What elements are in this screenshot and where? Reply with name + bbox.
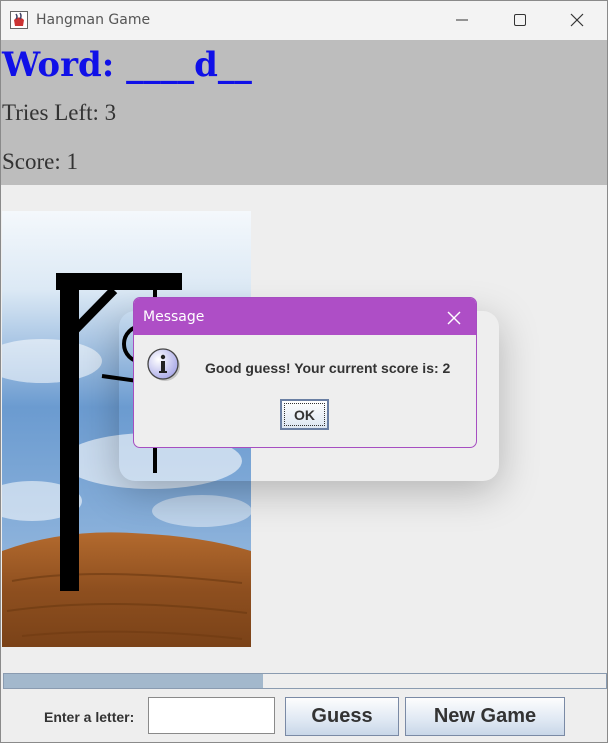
close-window-button[interactable] [549,1,607,40]
close-icon[interactable] [444,308,464,328]
dialog-message: Good guess! Your current score is: 2 [205,360,451,376]
ok-button[interactable]: OK [280,399,329,430]
maximize-icon [514,14,526,26]
progress-fill [4,674,263,688]
maximize-button[interactable] [492,1,550,40]
dialog-title: Message [143,309,205,325]
guess-button[interactable]: Guess [285,697,399,736]
java-cup-icon [10,11,28,29]
window-title: Hangman Game [36,12,151,28]
hangman-window: Hangman Game Word: ____d__ Tries Left: 3… [0,0,608,743]
minimize-icon [456,19,468,21]
minimize-button[interactable] [434,1,492,40]
word-label: Word: ____d__ [2,45,252,85]
tries-left-label: Tries Left: 3 [2,100,117,125]
close-icon [570,13,584,27]
title-bar[interactable]: Hangman Game [1,1,607,40]
progress-bar [3,673,607,689]
dialog-title-bar[interactable]: Message [134,298,476,335]
enter-letter-label: Enter a letter: [44,709,135,725]
letter-input[interactable] [148,697,275,734]
new-game-button[interactable]: New Game [405,697,565,736]
score-label: Score: 1 [2,149,79,174]
message-dialog: Message Good guess! Your current score i… [133,297,477,448]
info-icon [147,348,180,381]
